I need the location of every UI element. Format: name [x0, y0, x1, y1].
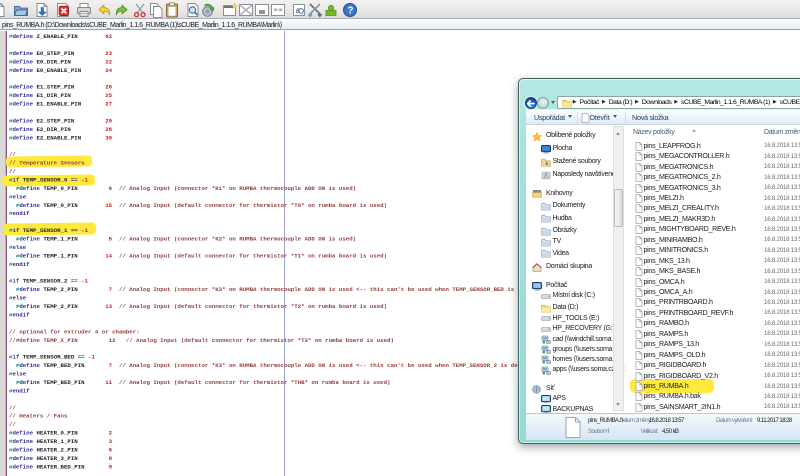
svg-text:?: ?: [347, 5, 353, 16]
